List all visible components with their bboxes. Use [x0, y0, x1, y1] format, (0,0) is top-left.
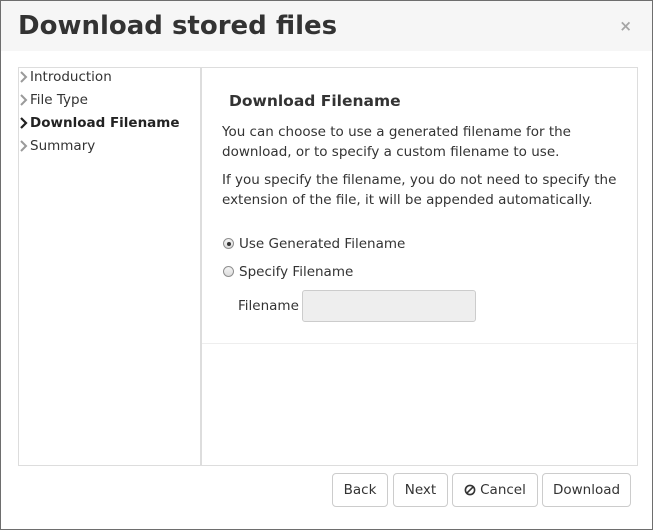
step-download-filename[interactable]: Download Filename	[19, 112, 199, 134]
radio-label: Specify Filename	[239, 264, 354, 280]
chevron-right-icon	[19, 71, 29, 83]
description-paragraph: You can choose to use a generated filena…	[222, 124, 571, 160]
dialog-header: Download stored files ×	[1, 1, 652, 51]
chevron-right-icon	[19, 140, 29, 152]
step-label: Introduction	[30, 69, 112, 85]
back-button[interactable]: Back	[332, 473, 388, 507]
cancel-button[interactable]: Cancel	[452, 473, 538, 507]
step-label: Summary	[30, 138, 96, 154]
step-label: File Type	[30, 92, 88, 108]
radio-label: Use Generated Filename	[239, 236, 406, 252]
radio-button[interactable]	[223, 266, 234, 277]
download-dialog: Download stored files × Introduction Fil…	[0, 0, 653, 530]
wizard-steps-sidebar: Introduction File Type Download Filename…	[19, 68, 202, 465]
step-file-type[interactable]: File Type	[19, 89, 199, 111]
ban-icon	[464, 476, 476, 508]
download-button[interactable]: Download	[542, 473, 631, 507]
dialog-title: Download stored files	[18, 11, 338, 41]
cancel-button-label: Cancel	[480, 482, 526, 498]
chevron-right-icon	[19, 117, 29, 129]
filename-label: Filename	[238, 298, 299, 314]
radio-button[interactable]	[223, 238, 234, 249]
next-button[interactable]: Next	[393, 473, 448, 507]
extension-note-paragraph: If you specify the filename, you do not …	[222, 172, 617, 208]
step-label: Download Filename	[30, 115, 180, 131]
section-title: Download Filename	[229, 92, 401, 110]
filename-input[interactable]	[302, 290, 476, 322]
wizard-body: Introduction File Type Download Filename…	[18, 67, 638, 466]
chevron-right-icon	[19, 94, 29, 106]
step-content-pane: Download Filename You can choose to use …	[202, 68, 637, 344]
close-icon[interactable]: ×	[619, 16, 632, 36]
step-introduction[interactable]: Introduction	[19, 66, 199, 88]
step-summary[interactable]: Summary	[19, 135, 199, 157]
